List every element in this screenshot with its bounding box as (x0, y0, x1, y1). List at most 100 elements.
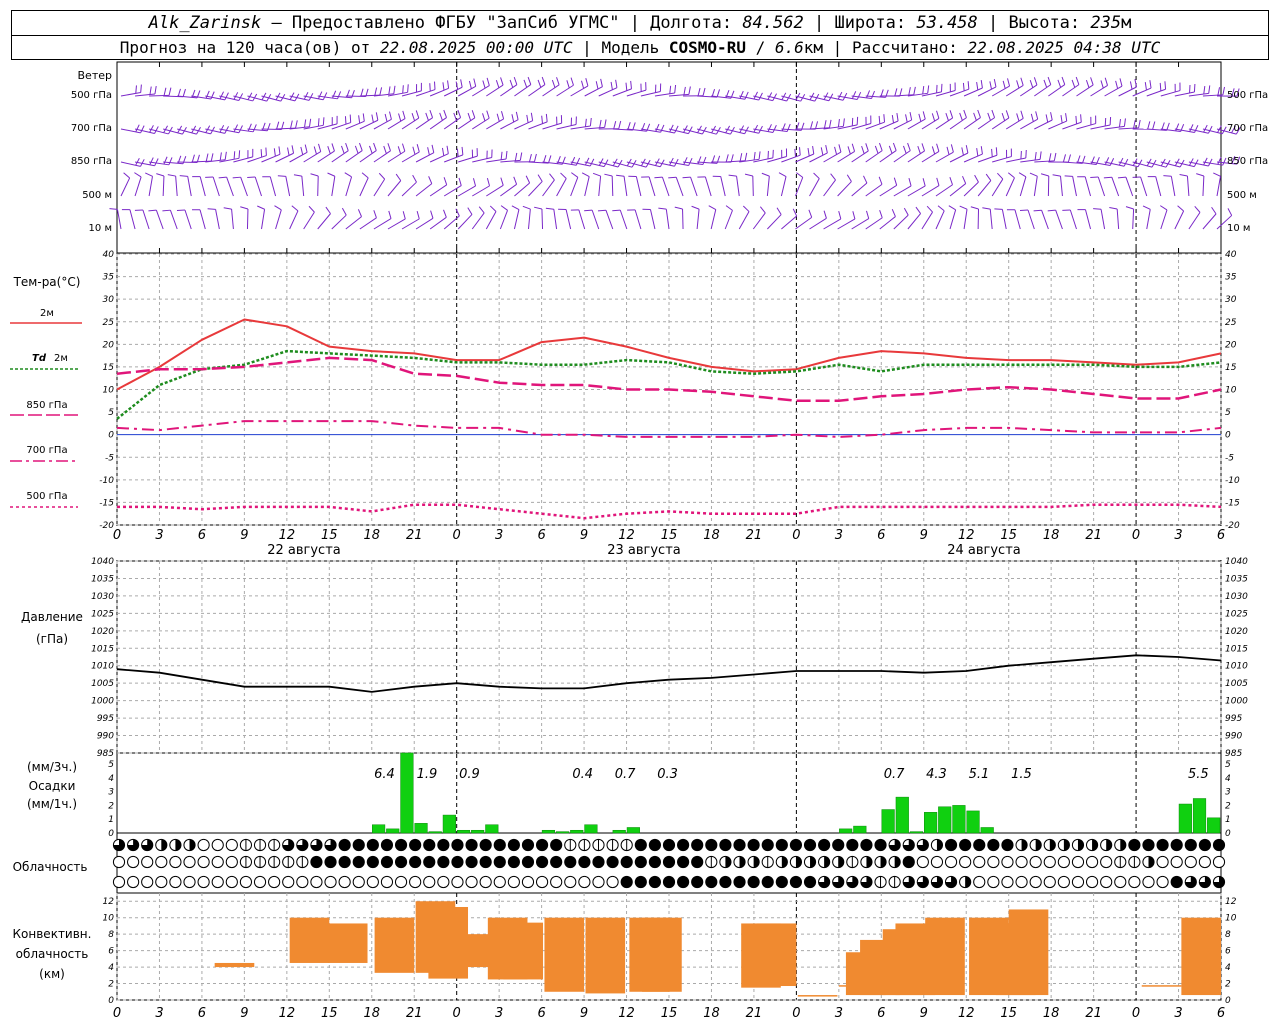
cloud-symbol (211, 855, 224, 869)
cloud-symbol (394, 855, 408, 869)
cloud-circle (366, 855, 379, 869)
wind-barb (301, 176, 305, 197)
wind-barb-feather (460, 79, 463, 88)
temp-ytick-label-right: 5 (1225, 408, 1231, 418)
temp-ytick-label-right: -5 (1225, 453, 1234, 463)
wind-barb (359, 177, 369, 197)
cloud-symbol (127, 855, 140, 869)
cloud-symbol (155, 855, 168, 869)
cloud-circle (775, 838, 788, 852)
cloud-symbol (832, 875, 845, 889)
wind-barb-feather (697, 156, 702, 165)
wind-barb (359, 150, 377, 163)
legend-850: 850 гПа (26, 400, 67, 411)
wind-barb-feather (758, 92, 763, 101)
wind-barb-feather (354, 145, 359, 154)
precip-3h-label: 0.9 (459, 767, 480, 782)
cloud-circle (310, 875, 323, 889)
pres-ytick-label: 1025 (91, 609, 114, 619)
cloud-circle (352, 838, 365, 852)
temp-ytick-label: -20 (99, 521, 114, 531)
precip-ytick-label-right: 2 (1225, 801, 1231, 811)
wind-barb-feather (273, 148, 276, 157)
precip-ytick-label: 2 (108, 801, 114, 811)
wind-barb-feather (443, 177, 448, 185)
cloud-circle (409, 875, 422, 889)
wind-barb-feather (1179, 174, 1188, 177)
meteogram: 6.4 1.9 0.9 0.4 0.7 0.3 0.7 4.3 5.1 1.5 5.5 003366… (10, 61, 1268, 1021)
cloud-circle (465, 875, 478, 889)
cloud-circle (451, 855, 464, 869)
wind-barb-feather (744, 152, 748, 161)
hour-tick-label: 18 (363, 528, 380, 543)
temp-ytick-label: 40 (103, 250, 115, 260)
wind-barb-feather (383, 145, 387, 154)
wind-level-850hpa: 850 гПа (71, 156, 112, 167)
wind-barb (649, 209, 656, 230)
wind-barb (635, 176, 642, 197)
wind-barb-feather (595, 81, 599, 90)
wind-barb (162, 175, 165, 197)
cloud-half (1049, 839, 1056, 851)
wind-barb (373, 150, 391, 163)
wind-barb (578, 209, 586, 230)
wind-barb-feather (589, 158, 595, 167)
cloud-symbol (225, 875, 238, 889)
wind-barb-feather (537, 174, 543, 182)
precip-bar (442, 814, 456, 834)
wind-barb-feather (570, 156, 576, 165)
cloud-circle (691, 838, 704, 852)
wind-barb (795, 216, 813, 230)
wind-barb-feather (985, 173, 992, 181)
wind-barb (963, 209, 968, 230)
precip-bar (853, 825, 867, 834)
temp-ytick-label-right: -20 (1225, 521, 1240, 531)
wind-barb-feather (456, 148, 459, 157)
cloud-symbol (1184, 875, 1197, 889)
wind-barb-feather (500, 77, 504, 86)
hour-tick-label: 3 (1174, 528, 1182, 543)
wind-barb-feather (395, 173, 402, 181)
cloud-symbol (662, 855, 676, 869)
cloud-symbol (606, 875, 619, 889)
wind-barb (457, 117, 476, 130)
precip-bar (1192, 798, 1207, 834)
wind-barb-feather (482, 113, 486, 122)
wind-barb-feather (1189, 124, 1194, 132)
wind-barb-feather (247, 123, 252, 132)
wind-barb-feather (461, 146, 464, 155)
wind-barb (514, 182, 530, 197)
cloud-circle (1015, 875, 1028, 889)
wind-barb-feather (1125, 206, 1134, 210)
wind-barb (648, 176, 656, 197)
wind-barb-feather (963, 109, 967, 118)
wind-barb (528, 181, 543, 197)
wind-barb-feather (182, 88, 186, 97)
cloud-circle (535, 875, 549, 889)
wind-barb-feather (1007, 78, 1011, 87)
cloud-circle (973, 838, 986, 852)
cloud-symbol (1043, 838, 1056, 852)
hour-tick-label: 3 (155, 528, 163, 543)
wind-barb-feather (156, 173, 165, 177)
wind-barb-feather (1138, 119, 1141, 128)
cloud-circle (775, 875, 788, 889)
wind-barb-feather (233, 151, 236, 160)
cloud-circle (197, 875, 210, 889)
cloud-symbol (747, 855, 760, 869)
wind-barb-feather (371, 114, 374, 123)
cloud-symbol (1114, 855, 1127, 869)
pres-ytick-label: 1040 (91, 557, 114, 567)
cloud-symbol (803, 855, 817, 869)
wind-barb-feather (416, 144, 420, 153)
wind-barb-feather (1016, 80, 1020, 89)
cloud-circle (211, 875, 224, 889)
wind-barb-feather (287, 147, 290, 156)
wind-barb-feather (344, 116, 347, 125)
wind-barb-feather (702, 87, 706, 96)
wind-barb (851, 150, 869, 163)
cloud-circle (719, 875, 732, 889)
cloud-circle (564, 875, 577, 889)
hour-tick-label: 3 (1174, 1006, 1182, 1021)
wind-barb-feather (814, 121, 819, 130)
